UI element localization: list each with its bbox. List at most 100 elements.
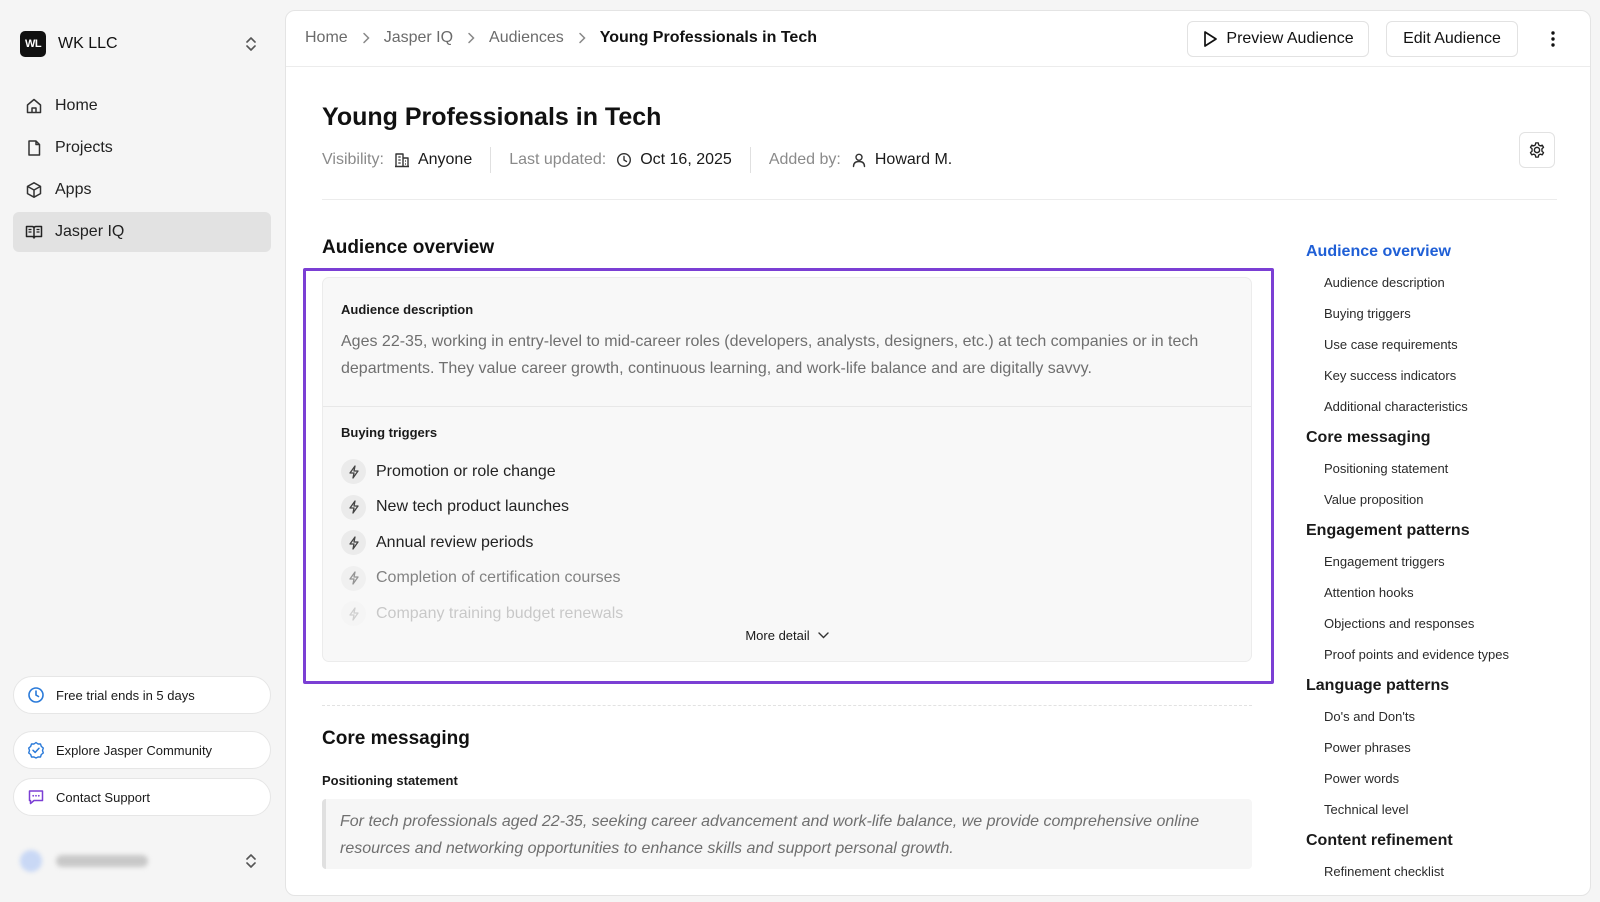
audience-overview-card: Audience description Ages 22-35, working…: [322, 277, 1252, 662]
toc-content-refinement[interactable]: Content refinement: [1306, 825, 1576, 856]
play-icon: [1202, 30, 1218, 48]
meta-divider: [749, 147, 751, 173]
meta-divider: [490, 147, 492, 173]
divider: [322, 705, 1252, 706]
home-icon: [25, 97, 43, 115]
explore-community-button[interactable]: Explore Jasper Community: [13, 731, 271, 769]
visibility-value: Anyone: [417, 151, 473, 168]
table-of-contents: Audience overview Audience description B…: [1306, 236, 1576, 887]
workspace-switcher[interactable]: WL WK LLC: [20, 29, 270, 59]
positioning-statement-label: Positioning statement: [322, 773, 458, 788]
lightning-icon: [341, 601, 366, 627]
toc-audience-overview[interactable]: Audience overview: [1306, 236, 1576, 267]
sidebar-nav: Home Projects Apps Jasper IQ: [13, 86, 271, 254]
trigger-label: Annual review periods: [376, 533, 534, 551]
page-meta: Visibility: Anyone Last updated: Oct 16,…: [322, 147, 952, 173]
toc-core-messaging[interactable]: Core messaging: [1306, 422, 1576, 453]
contact-support-label: Contact Support: [56, 789, 150, 805]
toc-positioning-statement[interactable]: Positioning statement: [1306, 453, 1576, 484]
user-name-blurred: [56, 855, 148, 867]
sidebar-item-home[interactable]: Home: [13, 86, 271, 126]
toc-dos-and-donts[interactable]: Do's and Don'ts: [1306, 701, 1576, 732]
toc-key-success-indicators[interactable]: Key success indicators: [1306, 360, 1576, 391]
toc-power-phrases[interactable]: Power phrases: [1306, 732, 1576, 763]
gear-icon: [1528, 141, 1546, 159]
preview-audience-button[interactable]: Preview Audience: [1187, 21, 1369, 57]
free-trial-button[interactable]: Free trial ends in 5 days: [13, 676, 271, 714]
explore-community-label: Explore Jasper Community: [56, 742, 213, 758]
breadcrumb-jasper-iq[interactable]: Jasper IQ: [384, 29, 453, 47]
toc-refinement-checklist[interactable]: Refinement checklist: [1306, 856, 1576, 887]
file-icon: [25, 139, 43, 157]
settings-button[interactable]: [1519, 132, 1555, 168]
toc-use-case-requirements[interactable]: Use case requirements: [1306, 329, 1576, 360]
positioning-statement-text: For tech professionals aged 22-35, seeki…: [322, 799, 1252, 869]
lightning-icon: [341, 530, 366, 556]
user-menu[interactable]: [20, 846, 270, 876]
cube-icon: [25, 181, 43, 199]
added-by-value: Howard M.: [874, 151, 953, 168]
toc-power-words[interactable]: Power words: [1306, 763, 1576, 794]
chevron-up-down-icon[interactable]: [244, 853, 258, 869]
page-title: Young Professionals in Tech: [322, 103, 662, 131]
chevron-up-down-icon[interactable]: [244, 36, 258, 52]
toc-value-proposition[interactable]: Value proposition: [1306, 484, 1576, 515]
badge-check-icon: [27, 741, 45, 759]
audience-overview-heading: Audience overview: [322, 237, 495, 258]
trigger-label: Completion of certification courses: [376, 569, 621, 587]
sidebar-item-label: Projects: [55, 139, 113, 156]
list-item: Promotion or role change: [341, 454, 1221, 490]
audience-description-text: Ages 22-35, working in entry-level to mi…: [341, 333, 1199, 377]
book-icon: [25, 223, 43, 241]
chevron-right-icon: [467, 32, 475, 44]
chevron-right-icon: [362, 32, 370, 44]
edit-audience-label: Edit Audience: [1403, 30, 1501, 47]
breadcrumb-home[interactable]: Home: [305, 29, 348, 47]
edit-audience-button[interactable]: Edit Audience: [1386, 21, 1518, 57]
visibility-label: Visibility:: [322, 151, 384, 168]
list-item: New tech product launches: [341, 490, 1221, 526]
last-updated-value: Oct 16, 2025: [640, 151, 732, 168]
toc-additional-characteristics[interactable]: Additional characteristics: [1306, 391, 1576, 422]
workspace-name: WK LLC: [58, 35, 118, 52]
toc-technical-level[interactable]: Technical level: [1306, 794, 1576, 825]
list-item: Completion of certification courses: [341, 561, 1221, 597]
audience-description-label: Audience description: [341, 302, 474, 317]
more-detail-label: More detail: [745, 628, 810, 643]
contact-support-button[interactable]: Contact Support: [13, 778, 271, 816]
clock-icon: [616, 152, 632, 168]
trigger-label: New tech product launches: [376, 498, 569, 516]
lightning-icon: [341, 565, 366, 591]
toc-audience-description[interactable]: Audience description: [1306, 267, 1576, 298]
list-item: Annual review periods: [341, 525, 1221, 561]
free-trial-label: Free trial ends in 5 days: [56, 687, 195, 703]
added-by-label: Added by:: [768, 151, 841, 168]
toc-buying-triggers[interactable]: Buying triggers: [1306, 298, 1576, 329]
lightning-icon: [341, 459, 366, 485]
buying-triggers-label: Buying triggers: [341, 425, 438, 440]
chevron-right-icon: [578, 32, 586, 44]
toc-proof-points[interactable]: Proof points and evidence types: [1306, 639, 1576, 670]
sidebar: WL WK LLC Home Projects Apps Jasper IQ F…: [0, 0, 283, 902]
toc-language-patterns[interactable]: Language patterns: [1306, 670, 1576, 701]
user-icon: [851, 152, 867, 168]
sidebar-item-apps[interactable]: Apps: [13, 170, 271, 210]
buying-triggers-list: Promotion or role change New tech produc…: [341, 454, 1221, 632]
breadcrumb-current: Young Professionals in Tech: [599, 29, 817, 46]
top-bar: Home Jasper IQ Audiences Young Professio…: [286, 11, 1590, 67]
toc-engagement-patterns[interactable]: Engagement patterns: [1306, 515, 1576, 546]
preview-audience-label: Preview Audience: [1226, 30, 1354, 47]
toc-engagement-triggers[interactable]: Engagement triggers: [1306, 546, 1576, 577]
toc-attention-hooks[interactable]: Attention hooks: [1306, 577, 1576, 608]
breadcrumb-audiences[interactable]: Audiences: [489, 29, 564, 47]
toc-objections-and-responses[interactable]: Objections and responses: [1306, 608, 1576, 639]
core-messaging-heading: Core messaging: [322, 728, 470, 749]
more-options-icon[interactable]: [1543, 29, 1563, 49]
building-icon: [394, 152, 410, 168]
sidebar-item-projects[interactable]: Projects: [13, 128, 271, 168]
chat-icon: [27, 788, 45, 806]
sidebar-item-label: Home: [55, 97, 98, 114]
more-detail-button[interactable]: More detail: [323, 628, 1251, 643]
divider: [323, 406, 1251, 407]
sidebar-item-jasper-iq[interactable]: Jasper IQ: [13, 212, 271, 252]
